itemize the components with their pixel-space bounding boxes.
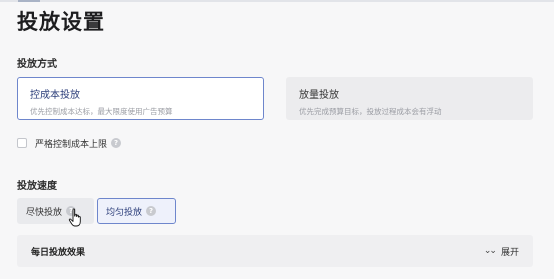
delivery-speed-label: 投放速度 [17, 181, 57, 192]
expand-label: 展开 [500, 247, 519, 258]
strict-cost-cap-checkbox[interactable] [17, 138, 27, 148]
fast-delivery-button[interactable]: 尽快投放 ? [17, 198, 94, 224]
strict-cost-cap-row[interactable]: 严格控制成本上限 ? [17, 136, 122, 150]
even-delivery-button[interactable]: 均匀投放 ? [97, 198, 176, 224]
delivery-method-label: 投放方式 [17, 59, 57, 70]
chevron-double-down-icon: ⌄⌄ [483, 246, 497, 256]
volume-subtitle: 优先完成预算目标，投放过程成本会有浮动 [299, 107, 442, 116]
top-strip [0, 0, 554, 2]
page-title: 投放设置 [17, 10, 105, 34]
top-strip-accent [18, 0, 40, 2]
expand-toggle[interactable]: ⌄⌄ 展开 [484, 245, 519, 258]
volume-title: 放量投放 [299, 90, 339, 101]
cost-control-title: 控成本投放 [30, 90, 80, 101]
hand-cursor-icon [68, 208, 81, 227]
strict-cost-cap-label: 严格控制成本上限 [35, 139, 108, 150]
even-delivery-label: 均匀投放 [106, 207, 143, 218]
fast-delivery-label: 尽快投放 [26, 207, 63, 218]
help-icon[interactable]: ? [146, 206, 157, 216]
daily-effect-panel[interactable]: 每日投放效果 ⌄⌄ 展开 [17, 235, 533, 267]
volume-option[interactable]: 放量投放 优先完成预算目标，投放过程成本会有浮动 [286, 77, 533, 120]
cost-control-option[interactable]: 控成本投放 优先控制成本达标，最大限度使用广告预算 [17, 77, 264, 120]
daily-effect-title: 每日投放效果 [31, 247, 86, 258]
cost-control-subtitle: 优先控制成本达标，最大限度使用广告预算 [30, 107, 173, 116]
help-icon[interactable]: ? [111, 138, 122, 148]
